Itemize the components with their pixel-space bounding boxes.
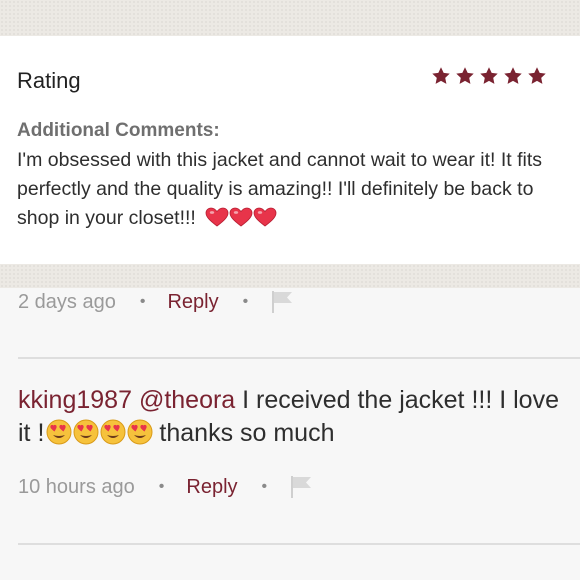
rating-stars	[430, 65, 548, 87]
heart-icon	[229, 207, 253, 227]
heart-icon	[205, 207, 229, 227]
additional-comments-body: I'm obsessed with this jacket and cannot…	[17, 146, 572, 233]
heart-eyes-emoji-icon	[127, 419, 153, 445]
heart-eyes-emoji-icon	[73, 419, 99, 445]
additional-comments-title: Additional Comments:	[17, 120, 220, 141]
comment-text: I'm obsessed with this jacket and cannot…	[17, 149, 543, 229]
flag-icon[interactable]	[289, 475, 315, 499]
comment-time: 10 hours ago	[18, 475, 135, 498]
card-bottom-band	[0, 264, 580, 288]
top-divider-band	[0, 0, 580, 36]
comment-text-after-emoji: thanks so much	[159, 419, 335, 447]
comment-divider	[18, 543, 580, 545]
heart-emoji-group	[205, 207, 277, 227]
comment-mention[interactable]: @theora	[139, 386, 235, 414]
comment-meta-row: 10 hours ago • Reply •	[18, 475, 315, 499]
heart-eyes-emoji-icon	[46, 419, 72, 445]
star-icon	[456, 67, 474, 84]
rating-label: Rating	[17, 68, 81, 93]
star-icon	[528, 67, 546, 84]
meta-separator: •	[139, 293, 146, 310]
meta-separator: •	[242, 293, 249, 310]
star-icon	[504, 67, 522, 84]
review-meta-row: 2 days ago • Reply •	[18, 290, 296, 314]
meta-separator: •	[158, 478, 165, 495]
reply-link[interactable]: Reply	[186, 476, 237, 499]
meta-separator: •	[261, 478, 268, 495]
reply-link[interactable]: Reply	[167, 291, 218, 314]
flag-icon[interactable]	[270, 290, 296, 314]
comment-item: kking1987 @theora I received the jacket …	[18, 384, 568, 450]
comment-username[interactable]: kking1987	[18, 386, 132, 414]
heart-eyes-emoji-icon	[100, 419, 126, 445]
star-icon	[432, 67, 450, 84]
review-time: 2 days ago	[18, 290, 116, 313]
star-icon	[480, 67, 498, 84]
heart-icon	[253, 207, 277, 227]
heart-eyes-emoji-group	[46, 419, 153, 445]
comment-divider	[18, 357, 580, 359]
review-card: Rating Additional Comments: I'm obsessed…	[0, 36, 580, 264]
